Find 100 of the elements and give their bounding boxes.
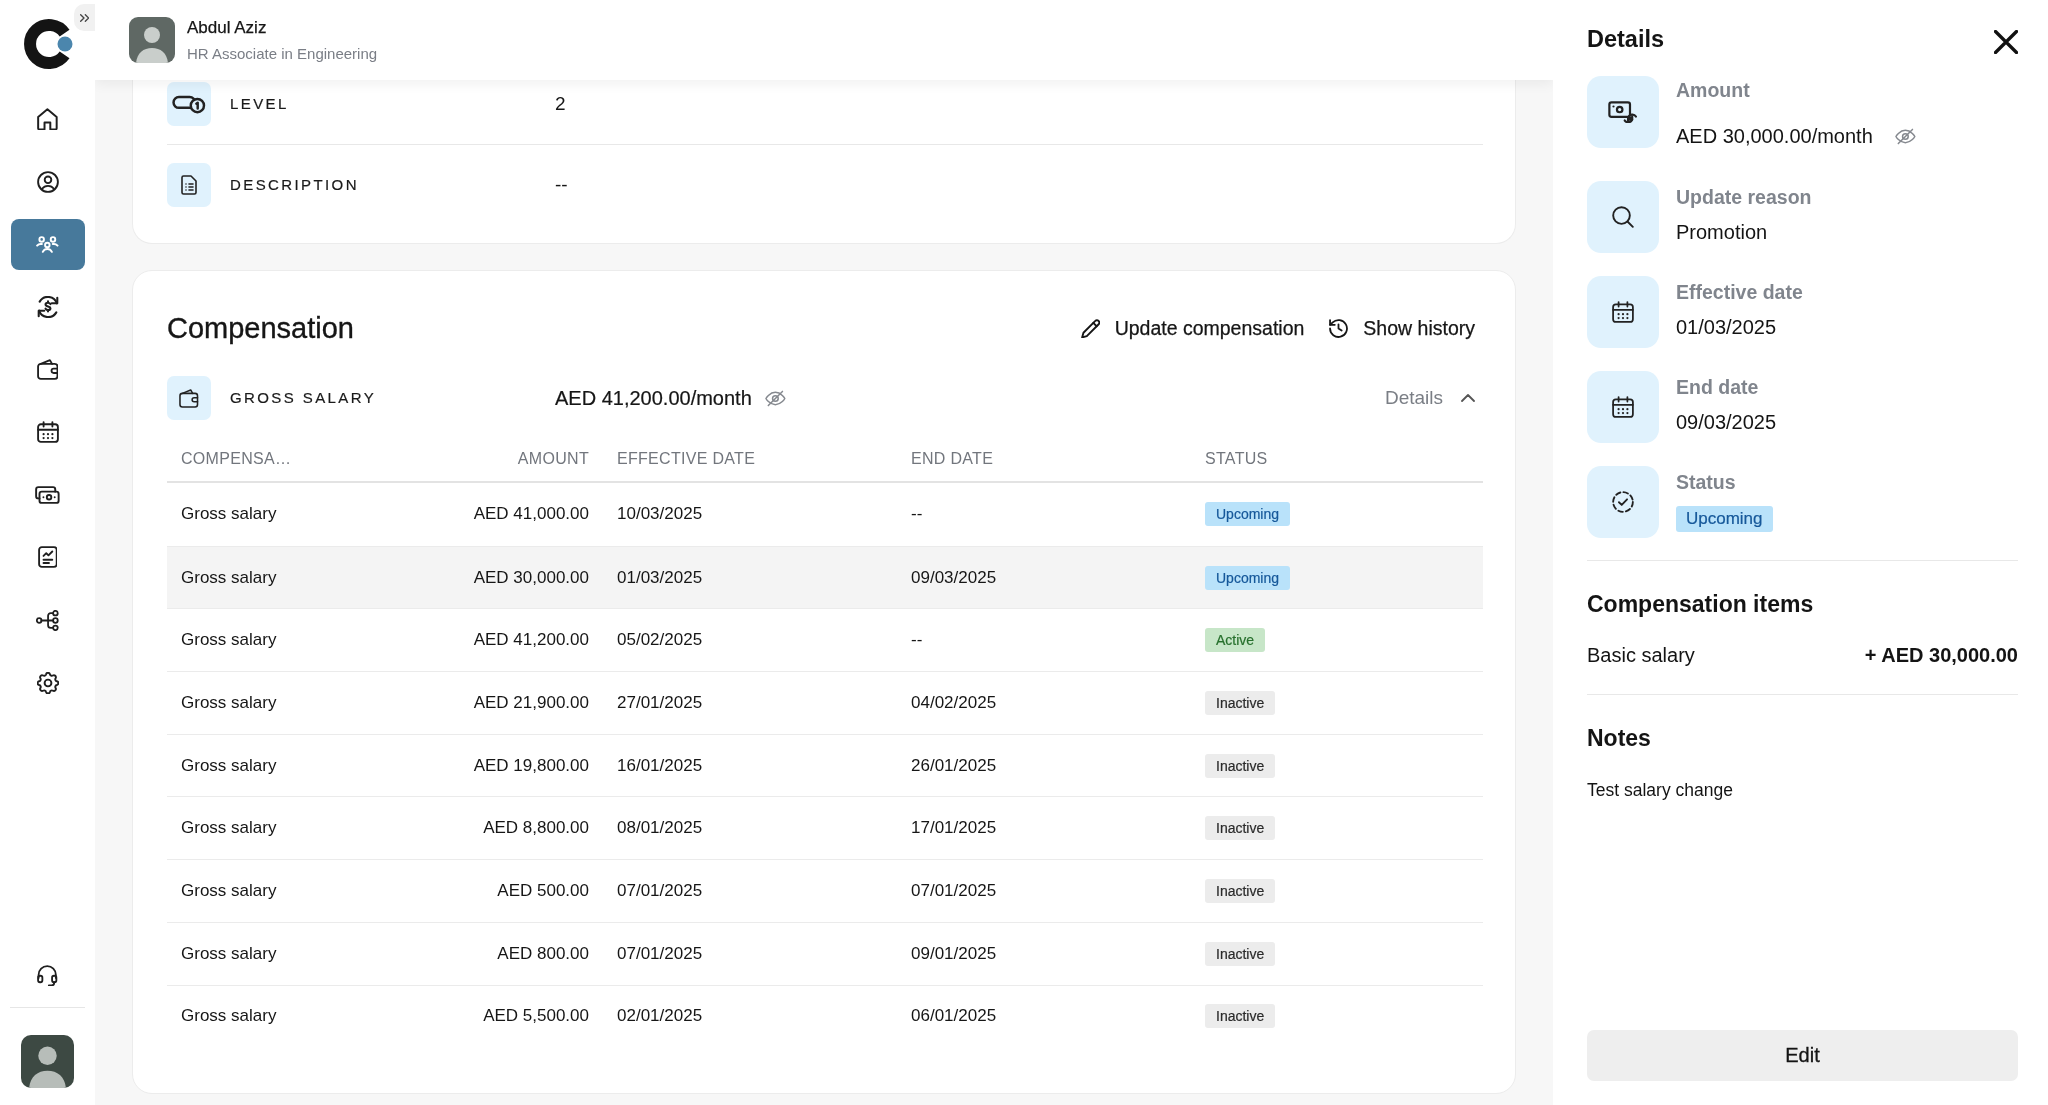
logo-icon[interactable] [22,18,73,70]
wallet-icon [36,359,59,381]
table-cell: 07/01/2025 [911,879,997,902]
table-row[interactable]: Gross salary AED 500.00 07/01/2025 07/01/2025 Inactive [167,859,1483,922]
table-row[interactable]: Gross salary AED 41,000.00 10/03/2025 -- Upcoming [167,483,1483,546]
table-cell: Gross salary [181,754,277,777]
settings-icon [36,671,59,694]
currency-exchange-icon [36,296,59,319]
section-title: Notes [1587,724,1651,752]
status-badge: Inactive [1205,878,1276,903]
section-title: Compensation items [1587,590,1814,618]
table-cell: 02/01/2025 [617,1005,703,1028]
nav-button[interactable] [36,296,59,319]
column-header: STATUS [1205,449,1268,469]
level-icon [167,82,211,126]
table-cell: AED 21,900.00 [473,691,589,714]
nav-button[interactable] [35,609,60,631]
details-toggle[interactable]: Details [1384,387,1475,409]
column-header: END DATE [911,449,994,469]
nav-button[interactable] [37,108,58,131]
table-cell: -- [911,503,923,526]
headset-icon[interactable] [37,965,58,987]
status-badge: Upcoming [1205,565,1291,590]
home-icon [37,108,58,131]
detail-value: 01/03/2025 [1676,315,1777,340]
expand-button[interactable] [74,4,95,31]
table-cell: Gross salary [181,503,277,526]
status-badge: Upcoming [1676,506,1773,532]
double-chevron-icon [79,13,90,22]
table-row[interactable]: Gross salary AED 41,200.00 05/02/2025 -- Active [167,608,1483,672]
close-icon[interactable] [1994,30,2018,54]
column-header: AMOUNT [517,449,589,469]
table-row[interactable]: Gross salary AED 30,000.00 01/03/2025 09/03/2025 Upcoming [167,545,1483,609]
document-icon [167,163,211,207]
table-cell: 26/01/2025 [911,754,997,777]
eye-slash-icon[interactable] [1894,127,1916,145]
avatar-icon[interactable] [129,17,175,63]
wallet-icon [167,376,211,420]
detail-value: Promotion [1676,220,1768,245]
table-cell: AED 500.00 [497,879,589,902]
field-label: DESCRIPTION [230,175,359,195]
user-circle-icon [36,170,59,193]
table-row[interactable]: Gross salary AED 5,500.00 02/01/2025 06/01/2025 Inactive [167,984,1483,1048]
table-cell: Gross salary [181,879,277,902]
table-cell: 08/01/2025 [617,817,703,840]
table-row[interactable]: Gross salary AED 800.00 07/01/2025 09/01/2025 Inactive [167,921,1483,985]
table-row[interactable]: Gross salary AED 21,900.00 27/01/2025 04/02/2025 Inactive [167,671,1483,734]
calendar-icon [1587,276,1659,348]
history-icon [1329,318,1349,338]
table-cell: 27/01/2025 [617,691,703,714]
table-cell: Gross salary [181,629,277,652]
edit-button[interactable]: Edit [1587,1030,2018,1081]
field-value: 2 [555,92,566,116]
calendar-icon [36,421,59,444]
detail-value: 09/03/2025 [1676,410,1777,435]
table-cell: Gross salary [181,691,277,714]
nav-button[interactable] [36,170,59,193]
table-cell: AED 800.00 [497,942,589,965]
table-cell: AED 8,800.00 [483,817,589,840]
avatar-icon[interactable] [21,1035,74,1088]
nav-button[interactable] [36,671,59,694]
salary-amount: AED 41,200.00/month [555,386,752,410]
banknotes-icon [35,485,60,504]
table-cell: 17/01/2025 [911,817,997,840]
search-icon [1587,181,1659,253]
status-badge: Inactive [1205,1004,1276,1029]
item-name: Basic salary [1587,643,1695,668]
detail-label: End date [1676,375,1759,399]
panel-title: Details [1587,25,1665,54]
action-button[interactable]: Show history [1329,316,1475,340]
status-badge: Active [1205,628,1266,653]
field-label: GROSS SALARY [230,388,377,408]
nav-button[interactable] [37,546,58,569]
table-cell: 09/01/2025 [911,942,997,965]
hierarchy-icon [35,609,60,631]
nav-button[interactable] [35,485,60,504]
eye-slash-icon[interactable] [764,389,786,407]
table-cell: 09/03/2025 [911,566,997,589]
table-cell: AED 5,500.00 [483,1005,589,1028]
table-cell: 05/02/2025 [617,629,703,652]
table-cell: 07/01/2025 [617,942,703,965]
user-role: HR Associate in Engineering [187,43,378,63]
table-cell: 04/02/2025 [911,691,997,714]
status-badge: Inactive [1205,816,1276,841]
banknote-exchange-icon [1587,76,1659,148]
table-cell: Gross salary [181,817,277,840]
table-cell: Gross salary [181,1005,277,1028]
nav-button[interactable] [36,421,59,444]
detail-label: Amount [1676,78,1750,102]
pencil-icon [1080,318,1100,338]
nav-button[interactable] [36,359,59,381]
table-cell: AED 41,000.00 [473,503,589,526]
people-icon [36,236,59,253]
table-row[interactable]: Gross salary AED 8,800.00 08/01/2025 17/01/2025 Inactive [167,796,1483,860]
action-button[interactable]: Update compensation [1080,316,1305,340]
section-title: Compensation [167,311,354,346]
detail-label: Status [1676,470,1736,494]
table-cell: Gross salary [181,566,277,589]
detail-label: Effective date [1676,280,1803,304]
table-row[interactable]: Gross salary AED 19,800.00 16/01/2025 26/01/2025 Inactive [167,733,1483,797]
